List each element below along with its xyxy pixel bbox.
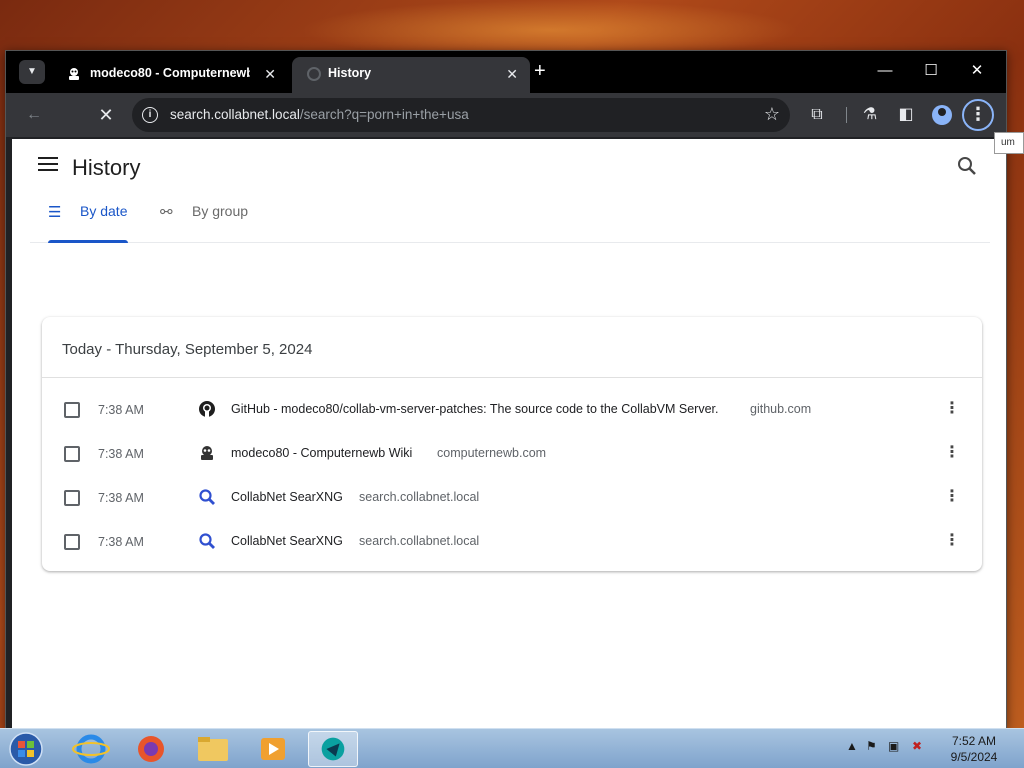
row-domain: github.com (750, 402, 812, 416)
profile-avatar-icon[interactable] (932, 105, 952, 125)
more-actions-icon[interactable]: ⋮ (942, 443, 962, 463)
close-tab-icon[interactable]: ✕ (264, 65, 276, 83)
history-page: History ☰ By date ⚯ By group Today - Thu… (12, 139, 1006, 729)
row-title[interactable]: GitHub - modeco80/collab-vm-server-patch… (231, 402, 719, 416)
row-domain: search.collabnet.local (359, 490, 480, 504)
row-time: 7:38 AM (98, 403, 144, 417)
search-icon (199, 489, 215, 505)
row-checkbox[interactable] (64, 490, 80, 506)
more-actions-icon[interactable]: ⋮ (942, 399, 962, 419)
row-checkbox[interactable] (64, 446, 80, 462)
action-center-flag-icon[interactable]: ⚑ (866, 739, 877, 753)
firefox-icon[interactable] (126, 731, 176, 767)
maximize-button[interactable]: ☐ (916, 59, 946, 83)
hamburger-menu-icon[interactable] (38, 157, 58, 175)
row-time: 7:38 AM (98, 447, 144, 461)
row-title[interactable]: CollabNet SearXNG (231, 534, 343, 548)
browser-window: ▼ modeco80 - Computernewb Wiki ✕ History… (5, 50, 1007, 730)
labs-flask-icon[interactable]: ⚗ (859, 104, 881, 126)
tab-title: modeco80 - Computernewb Wiki (90, 66, 250, 80)
row-time: 7:38 AM (98, 535, 144, 549)
search-icon (199, 533, 215, 549)
row-checkbox[interactable] (64, 402, 80, 418)
tab-by-date[interactable]: ☰ By date (48, 203, 128, 243)
group-icon: ⚯ (160, 204, 173, 221)
tab-strip: ▼ modeco80 - Computernewb Wiki ✕ History… (6, 51, 1006, 93)
history-row[interactable]: 7:38 AM CollabNet SearXNG search.collabn… (42, 475, 982, 519)
row-domain: search.collabnet.local (359, 534, 480, 548)
row-domain: computernewb.com (437, 446, 547, 460)
network-icon[interactable]: ▣ (888, 739, 899, 753)
bookmark-star-icon[interactable]: ☆ (764, 104, 780, 125)
internet-explorer-icon[interactable] (66, 731, 116, 767)
collabvm-browser-icon[interactable] (308, 731, 358, 767)
volume-muted-icon[interactable]: ✖ (912, 739, 922, 753)
selected-tab-indicator (48, 240, 128, 243)
show-hidden-icons-icon[interactable]: ▲ (846, 739, 858, 753)
browser-menu-button[interactable]: ⋮ (962, 99, 994, 131)
tab-computernewb[interactable]: modeco80 - Computernewb Wiki ✕ (52, 57, 288, 93)
close-tab-icon[interactable]: ✕ (506, 65, 518, 83)
history-row[interactable]: 7:38 AM GitHub - modeco80/collab-vm-serv… (42, 387, 982, 431)
url-text[interactable]: search.collabnet.local/search?q=porn+in+… (170, 107, 469, 122)
page-title: History (72, 155, 141, 180)
more-actions-icon[interactable]: ⋮ (942, 531, 962, 551)
date-heading-row: Today - Thursday, September 5, 2024 (42, 317, 982, 378)
search-history-icon[interactable] (956, 155, 978, 177)
start-button[interactable] (6, 730, 46, 768)
tab-search-button[interactable]: ▼ (19, 60, 45, 84)
stop-loading-button[interactable]: ✕ (95, 104, 117, 126)
close-window-button[interactable]: ✕ (962, 59, 992, 83)
loading-icon (307, 67, 321, 81)
row-checkbox[interactable] (64, 534, 80, 550)
system-clock[interactable]: 7:52 AM 9/5/2024 (934, 733, 1014, 765)
toolbar-divider (846, 107, 847, 123)
tooltip-fragment: um (994, 132, 1024, 154)
history-tabs: ☰ By date ⚯ By group (30, 189, 990, 243)
browser-toolbar: ← ✕ i search.collabnet.local/search?q=po… (6, 93, 1006, 137)
tab-title: History (328, 66, 372, 80)
address-bar[interactable]: i search.collabnet.local/search?q=porn+i… (132, 98, 790, 132)
tab-history[interactable]: History ✕ (292, 57, 530, 93)
computernewb-icon (69, 68, 79, 80)
row-title[interactable]: CollabNet SearXNG (231, 490, 343, 504)
side-panel-icon[interactable]: ◧ (895, 104, 917, 126)
new-tab-button[interactable]: + (534, 61, 546, 81)
site-info-icon[interactable]: i (142, 107, 158, 123)
history-row[interactable]: 7:38 AM modeco80 - Computernewb Wiki com… (42, 431, 982, 475)
row-title[interactable]: modeco80 - Computernewb Wiki (231, 446, 412, 460)
back-button[interactable]: ← (23, 104, 45, 126)
taskbar: ▲ ⚑ ▣ ✖ 7:52 AM 9/5/2024 (0, 728, 1024, 768)
list-icon: ☰ (48, 204, 62, 221)
media-player-icon[interactable] (248, 731, 298, 767)
file-explorer-icon[interactable] (188, 731, 238, 767)
history-card: Today - Thursday, September 5, 2024 7:38… (42, 317, 982, 571)
more-actions-icon[interactable]: ⋮ (942, 487, 962, 507)
history-row[interactable]: 7:38 AM CollabNet SearXNG search.collabn… (42, 519, 982, 563)
minimize-button[interactable]: — (870, 59, 900, 83)
row-time: 7:38 AM (98, 491, 144, 505)
date-heading: Today - Thursday, September 5, 2024 (62, 341, 313, 358)
github-icon (199, 401, 215, 417)
computernewb-icon (201, 446, 213, 460)
tab-by-group[interactable]: ⚯ By group (160, 203, 260, 243)
extensions-icon[interactable]: ⧉ (806, 104, 828, 126)
